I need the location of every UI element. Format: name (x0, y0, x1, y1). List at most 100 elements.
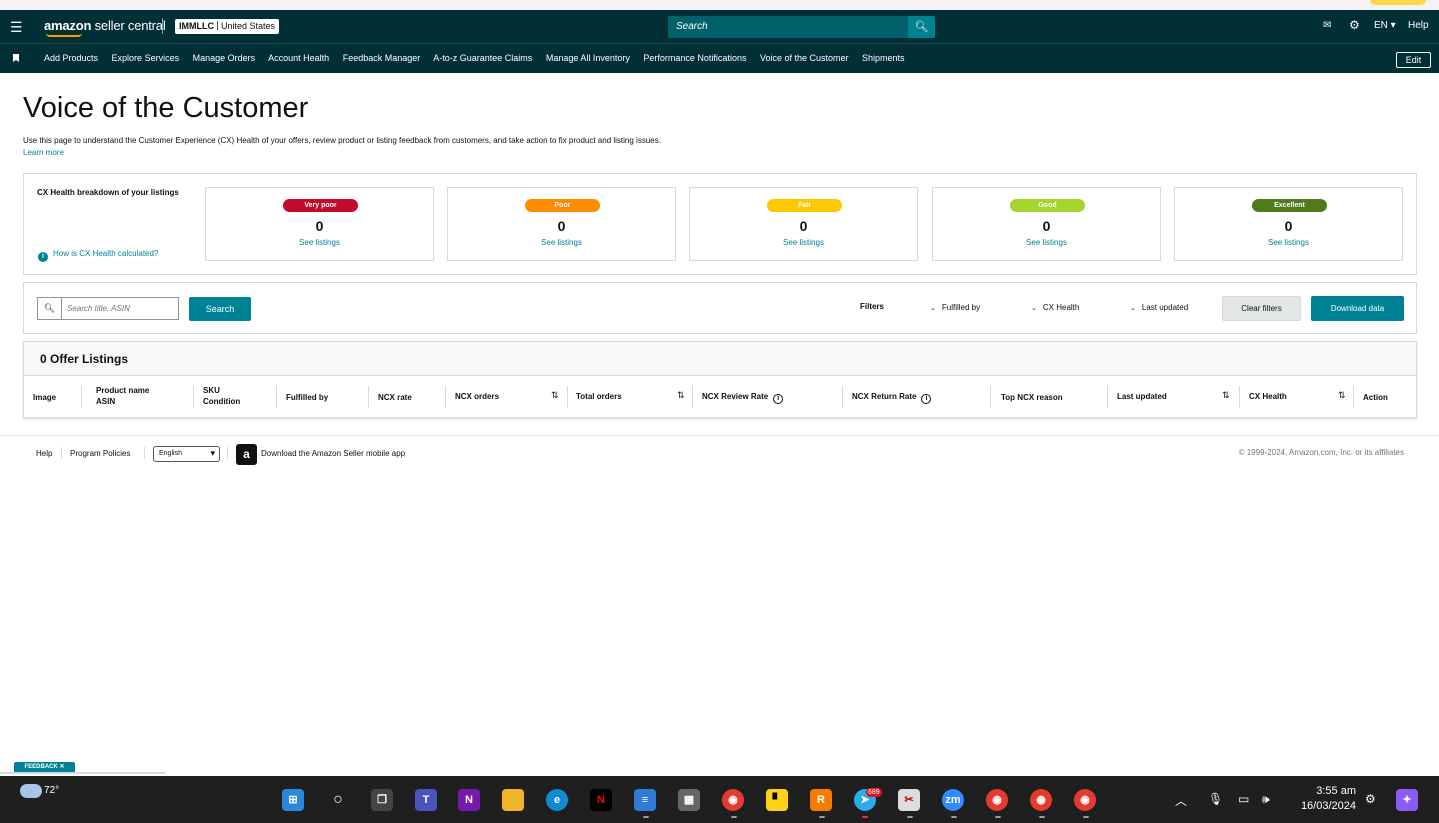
chevron-down-icon: ▾ (210, 448, 215, 458)
cx-card-fair: Fair 0 See listings (689, 187, 918, 261)
search-icon[interactable]: ○ (327, 789, 349, 811)
program-policies-link[interactable]: Program Policies (70, 449, 130, 458)
seller-central-logo[interactable]: amazon seller central (44, 18, 166, 37)
chrome-profile-icon[interactable]: ◉ (986, 789, 1008, 811)
nav-manage-orders[interactable]: Manage Orders (193, 53, 256, 63)
chrome-profile-icon[interactable]: ◉ (1074, 789, 1096, 811)
sort-icon[interactable]: ⇅ (1222, 390, 1230, 401)
app-download-link[interactable]: Download the Amazon Seller mobile app (261, 449, 405, 458)
see-listings-link[interactable]: See listings (1175, 238, 1402, 247)
listing-count: 0 (799, 218, 808, 234)
windows-start-icon[interactable]: ⊞ (282, 789, 304, 811)
divider (144, 447, 145, 459)
volume-icon[interactable]: 🕪︎ (1262, 792, 1270, 807)
see-listings-link[interactable]: See listings (933, 238, 1160, 247)
nav-account-health[interactable]: Account Health (268, 53, 329, 63)
file-explorer-icon[interactable] (502, 789, 524, 811)
see-listings-link[interactable]: See listings (448, 238, 675, 247)
amazon-smile-icon (46, 33, 82, 37)
seller-app-icon[interactable]: a (236, 444, 257, 465)
download-data-button[interactable]: Download data (1311, 296, 1404, 321)
nav-feedback-manager[interactable]: Feedback Manager (343, 53, 421, 63)
cx-health-panel: CX Health breakdown of your listings i Ho… (23, 173, 1417, 275)
last-updated-filter[interactable]: ⌄ Last updated (1130, 303, 1188, 312)
edit-button[interactable]: Edit (1396, 52, 1431, 68)
language-select[interactable]: English ▾ (153, 446, 220, 462)
edge-icon[interactable]: e (546, 789, 568, 811)
running-indicator (1039, 816, 1045, 818)
microphone-icon[interactable]: 🎙︎ (1208, 792, 1223, 806)
info-icon[interactable]: i (921, 394, 932, 404)
table-header-bar: 0 Offer Listings (24, 342, 1416, 376)
zoom-icon[interactable]: zm (942, 789, 964, 811)
clear-filters-button[interactable]: Clear filters (1222, 296, 1301, 321)
see-listings-link[interactable]: See listings (690, 238, 917, 247)
account-name: IMMLLC (179, 21, 214, 31)
language-selector[interactable]: EN ▾ (1374, 20, 1396, 31)
nav-a-to-z-claims[interactable]: A-to-z Guarantee Claims (433, 53, 532, 63)
footer-help-link[interactable]: Help (36, 449, 52, 458)
nav-shipments[interactable]: Shipments (862, 53, 905, 63)
rr-app-icon[interactable]: R (810, 789, 832, 811)
netflix-icon[interactable]: N (590, 789, 612, 811)
fulfilled-by-filter[interactable]: ⌄ Fulfilled by (930, 303, 980, 312)
column-divider (368, 386, 369, 408)
nav-explore-services[interactable]: Explore Services (112, 53, 180, 63)
column-divider (193, 386, 194, 408)
chevron-up-icon[interactable]: ︿ (1175, 792, 1187, 809)
search-icon[interactable]: 🔍︎ (908, 16, 935, 38)
col-top-ncx-reason: Top NCX reason (1001, 393, 1063, 402)
column-divider (1239, 386, 1240, 408)
notification-icon[interactable]: ⚙ (1365, 792, 1376, 806)
account-switcher[interactable]: IMMLLC United States (175, 19, 280, 34)
cx-health-label: CX Health breakdown of your listings (37, 188, 179, 197)
info-icon: i (38, 252, 48, 262)
bookmark-icon[interactable] (13, 54, 19, 62)
weather-temperature: 72° (44, 785, 60, 796)
snipping-tool-icon[interactable]: ✂ (898, 789, 920, 811)
account-region: United States (221, 21, 276, 31)
sort-icon[interactable]: ⇅ (1338, 390, 1346, 401)
listing-search-input[interactable]: Search title, ASIN (61, 297, 179, 320)
network-icon[interactable]: ▭ (1238, 792, 1249, 806)
listing-count: 0 (1284, 218, 1293, 234)
notepad-icon[interactable]: ≡ (634, 789, 656, 811)
weather-widget[interactable]: 72° (20, 784, 59, 798)
sticky-notes-icon[interactable]: ▘ (766, 789, 788, 811)
global-search-input[interactable]: Search (668, 16, 908, 38)
learn-more-link[interactable]: Learn more (23, 148, 64, 157)
cx-card-very-poor: Very poor 0 See listings (205, 187, 434, 261)
sort-icon[interactable]: ⇅ (551, 390, 559, 401)
chrome-icon[interactable]: ◉ (722, 789, 744, 811)
calculator-icon[interactable]: ▦ (678, 789, 700, 811)
mail-icon[interactable]: ✉ (1323, 20, 1331, 31)
task-view-icon[interactable]: ❐ (371, 789, 393, 811)
search-button[interactable]: Search (189, 297, 251, 321)
cx-health-filter[interactable]: ⌄ CX Health (1031, 303, 1079, 312)
nav-performance-notifications[interactable]: Performance Notifications (643, 53, 746, 63)
browser-pill (1370, 0, 1426, 5)
how-cx-health-link[interactable]: i How is CX Health calculated? (38, 249, 158, 262)
info-icon[interactable]: i (773, 394, 784, 404)
gear-icon[interactable]: ⚙ (1349, 18, 1360, 32)
copilot-icon[interactable]: ✦ (1396, 789, 1418, 811)
onenote-icon[interactable]: N (458, 789, 480, 811)
status-badge: Poor (525, 199, 600, 212)
help-link[interactable]: Help (1408, 20, 1429, 31)
chrome-profile-icon[interactable]: ◉ (1030, 789, 1052, 811)
see-listings-link[interactable]: See listings (206, 238, 433, 247)
system-clock[interactable]: 3:55 am 16/03/2024 (1290, 784, 1356, 814)
nav-add-products[interactable]: Add Products (44, 53, 98, 63)
listing-count: 0 (557, 218, 566, 234)
nav-manage-inventory[interactable]: Manage All Inventory (546, 53, 630, 63)
nav-voice-of-customer[interactable]: Voice of the Customer (760, 53, 849, 63)
page-title: Voice of the Customer (23, 92, 309, 124)
sort-icon[interactable]: ⇅ (677, 390, 685, 401)
divider (227, 447, 228, 459)
running-indicator (819, 816, 825, 818)
windows-taskbar: 72° ⊞ ○ ❐ T N e N ≡ ▦ ◉ ▘ R ➤ 689 ✂ zm ◉… (0, 776, 1439, 823)
teams-icon[interactable]: T (415, 789, 437, 811)
col-fulfilled-by: Fulfilled by (286, 393, 329, 402)
running-indicator (951, 816, 957, 818)
menu-icon[interactable]: ☰ (10, 20, 23, 34)
